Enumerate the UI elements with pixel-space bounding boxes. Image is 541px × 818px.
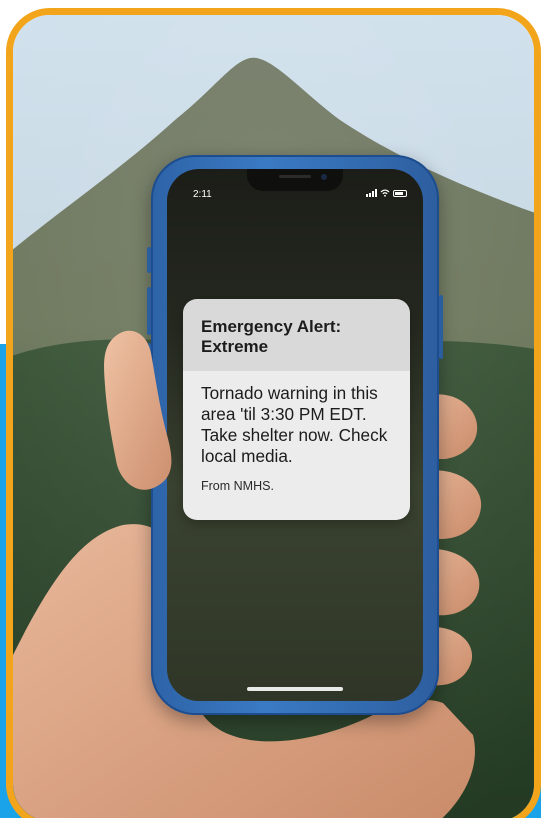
alert-title: Emergency Alert: Extreme: [201, 317, 342, 356]
wifi-icon: [380, 189, 390, 197]
front-camera: [321, 174, 327, 180]
status-time: 2:11: [193, 189, 212, 200]
alert-body: Tornado warning in this area 'til 3:30 P…: [183, 371, 410, 520]
image-frame: 2:11 Emergency Alert: Extreme Tornado wa…: [6, 8, 541, 818]
alert-source: From NMHS.: [201, 479, 274, 493]
signal-icon: [366, 189, 377, 197]
phone-screen: 2:11 Emergency Alert: Extreme Tornado wa…: [167, 169, 423, 701]
stage: 2:11 Emergency Alert: Extreme Tornado wa…: [0, 0, 541, 818]
notch: [247, 169, 343, 191]
emergency-alert-card[interactable]: Emergency Alert: Extreme Tornado warning…: [183, 299, 410, 520]
battery-icon: [393, 189, 407, 197]
mute-switch: [147, 247, 151, 273]
thumb-illustration: [104, 330, 172, 490]
alert-message: Tornado warning in this area 'til 3:30 P…: [201, 383, 388, 466]
home-indicator[interactable]: [247, 687, 343, 691]
earpiece-speaker: [279, 175, 311, 178]
power-button: [439, 295, 443, 359]
status-icons: [366, 189, 407, 197]
alert-header: Emergency Alert: Extreme: [183, 299, 410, 371]
